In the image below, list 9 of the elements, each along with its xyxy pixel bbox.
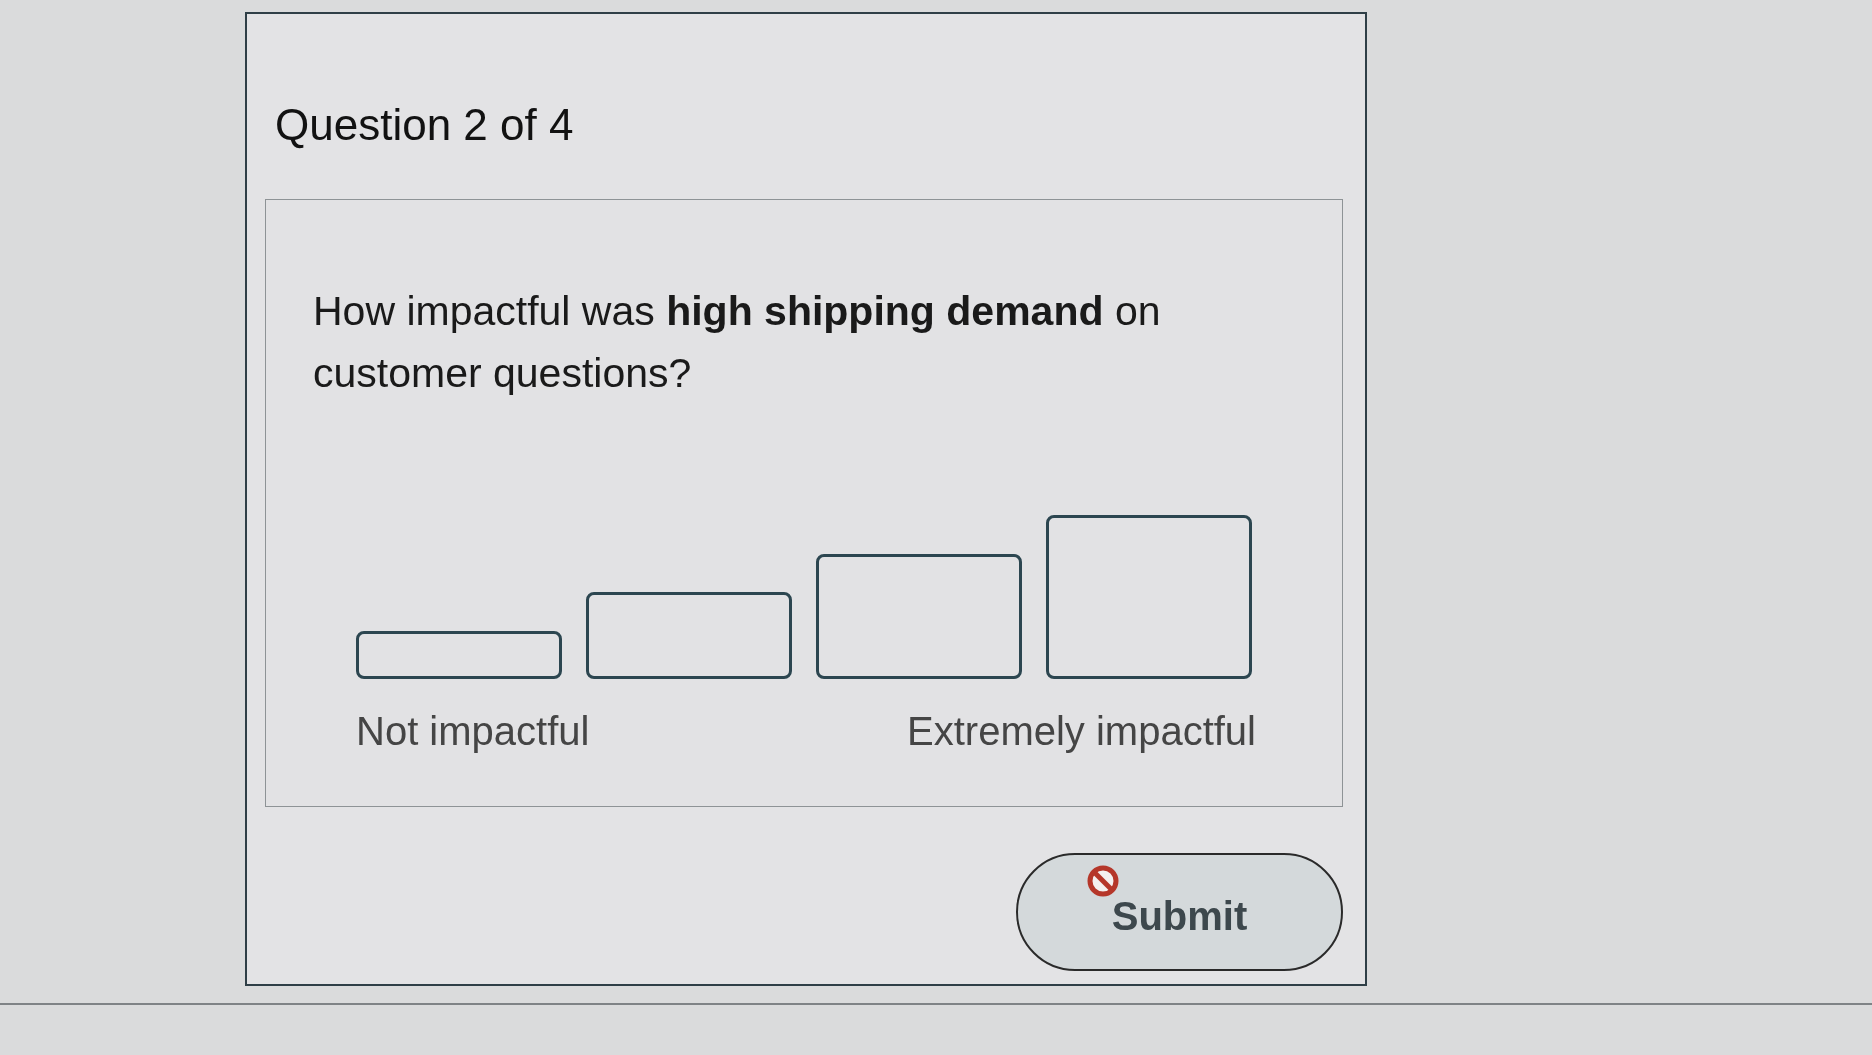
scale-high-label: Extremely impactful — [907, 708, 1256, 755]
prohibited-cursor-icon — [1087, 865, 1119, 897]
rating-option[interactable] — [1046, 515, 1252, 679]
question-text: How impactful was high shipping demand on customer questions? — [313, 287, 1162, 398]
scale-low-label: Not impactful — [356, 708, 590, 755]
rating-option[interactable] — [356, 631, 562, 679]
rating-option[interactable] — [816, 553, 1022, 679]
question-counter: Question 2 of 4 — [275, 99, 574, 151]
rating-option[interactable] — [586, 592, 792, 679]
